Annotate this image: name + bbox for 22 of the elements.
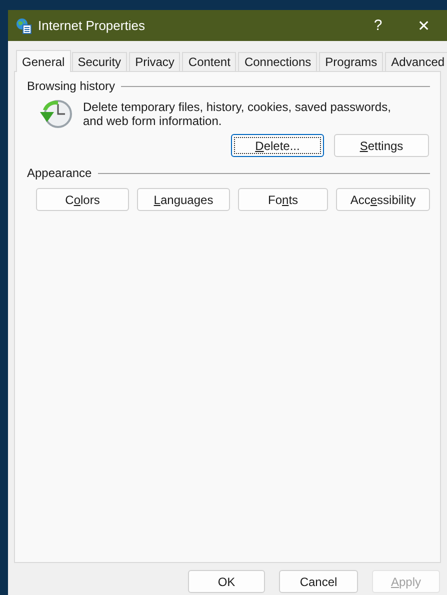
appearance-button[interactable]: Colors — [36, 188, 129, 211]
close-button[interactable]: ✕ — [401, 10, 447, 41]
tab[interactable]: Programs — [319, 52, 384, 71]
history-button[interactable]: Settings — [334, 134, 429, 157]
appearance-button[interactable]: Accessibility — [336, 188, 430, 211]
tab[interactable]: Content — [182, 52, 236, 71]
tab[interactable]: Connections — [238, 52, 318, 71]
window-title: Internet Properties — [38, 18, 146, 33]
appearance-button[interactable]: Fonts — [238, 188, 328, 211]
help-button[interactable]: ? — [355, 10, 401, 41]
group-heading: Browsing history — [27, 79, 116, 93]
dialog-button[interactable]: OK — [188, 570, 265, 593]
tab[interactable]: Privacy — [129, 52, 180, 71]
tab[interactable]: Advanced — [385, 52, 447, 71]
appearance-button[interactable]: Languages — [137, 188, 230, 211]
globe-document-icon — [16, 18, 32, 34]
tab[interactable]: Security — [72, 52, 128, 71]
history-button[interactable]: Delete... — [231, 134, 324, 157]
group-heading: Appearance — [27, 166, 92, 180]
dialog-button[interactable]: Cancel — [279, 570, 358, 593]
description-text: Delete temporary files, history, cookies, saved passwords, and web form information. — [83, 99, 392, 130]
tab[interactable]: General — [16, 50, 71, 72]
